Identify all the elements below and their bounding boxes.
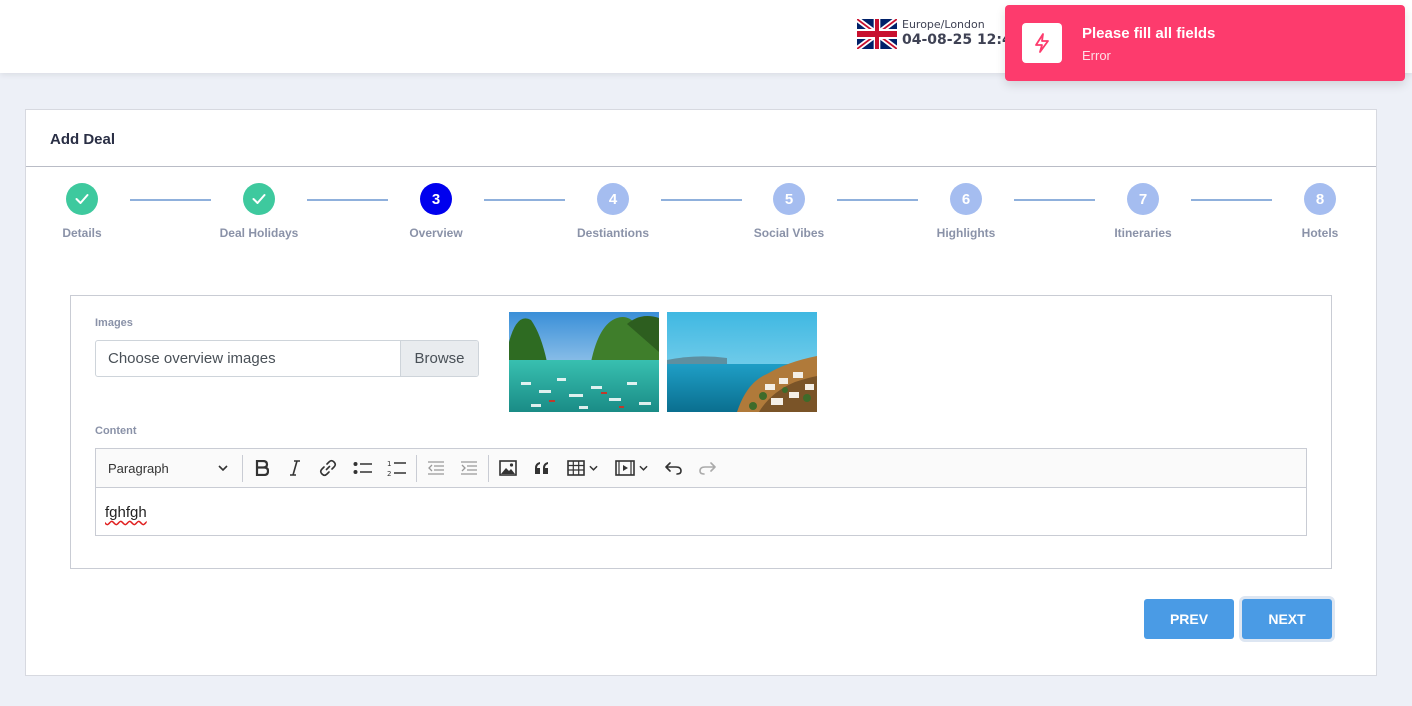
insert-media-button[interactable]	[610, 449, 652, 487]
step-6-circle[interactable]: 6	[950, 183, 982, 215]
numbered-list-button[interactable]: 12	[382, 449, 412, 487]
error-toast[interactable]: Please fill all fields Error	[1005, 5, 1405, 81]
file-input-placeholder: Choose overview images	[108, 350, 276, 367]
link-button[interactable]	[314, 449, 342, 487]
redo-icon	[699, 462, 716, 475]
overview-thumbnail-coast[interactable]	[667, 312, 817, 412]
step-connector	[130, 199, 211, 201]
numbered-list-icon: 12	[387, 460, 406, 477]
italic-icon	[290, 460, 300, 476]
next-button[interactable]: NEXT	[1242, 599, 1332, 639]
editor-text: fghfgh	[105, 504, 147, 521]
toolbar-divider	[488, 455, 489, 482]
card-title: Add Deal	[26, 110, 1376, 167]
heading-dropdown[interactable]: Paragraph	[98, 449, 238, 487]
step-label-details: Details	[62, 226, 102, 240]
step-label-deal-holidays: Deal Holidays	[219, 226, 299, 240]
step-label-overview: Overview	[409, 226, 463, 240]
step-7-circle[interactable]: 7	[1127, 183, 1159, 215]
undo-button[interactable]	[660, 449, 688, 487]
uk-flag-icon	[857, 18, 897, 49]
svg-text:1: 1	[387, 460, 391, 468]
chevron-down-icon	[638, 465, 648, 471]
rich-text-editor[interactable]: Paragraph 12 fghfgh	[95, 448, 1307, 536]
toast-subtitle: Error	[1082, 48, 1111, 63]
step-1-circle[interactable]	[66, 183, 98, 215]
check-icon	[75, 194, 89, 204]
stepper: 3 4 5 6 7 8 Details Deal Holidays Overvi…	[26, 167, 1376, 257]
undo-icon	[665, 462, 682, 475]
indent-icon	[461, 461, 477, 475]
step-label-social-vibes: Social Vibes	[753, 226, 825, 240]
outdent-button[interactable]	[422, 449, 450, 487]
italic-button[interactable]	[281, 449, 309, 487]
heading-dropdown-value: Paragraph	[108, 460, 169, 476]
insert-image-button[interactable]	[494, 449, 522, 487]
table-icon	[566, 460, 585, 476]
step-label-hotels: Hotels	[1301, 226, 1339, 240]
overview-images-input[interactable]: Choose overview images Browse	[95, 340, 479, 377]
add-deal-card: Add Deal 3 4 5 6 7 8 Details Deal Holida…	[25, 109, 1377, 676]
outdent-icon	[428, 461, 444, 475]
step-2-circle[interactable]	[243, 183, 275, 215]
toolbar-divider	[416, 455, 417, 482]
chevron-down-icon	[588, 465, 598, 471]
step-4-circle[interactable]: 4	[597, 183, 629, 215]
prev-button[interactable]: PREV	[1144, 599, 1234, 639]
step-connector	[307, 199, 388, 201]
bulleted-list-icon	[353, 462, 372, 474]
step-label-highlights: Highlights	[936, 226, 996, 240]
redo-button[interactable]	[693, 449, 721, 487]
current-datetime: 04-08-25 12:40	[902, 32, 1022, 48]
toast-icon-box	[1022, 23, 1062, 63]
link-icon	[319, 459, 337, 477]
blockquote-icon	[535, 462, 548, 474]
chevron-down-icon	[218, 465, 228, 471]
overview-thumbnail-lagoon[interactable]	[509, 312, 659, 412]
step-connector	[837, 199, 918, 201]
timezone-name: Europe/London	[902, 18, 985, 31]
step-connector	[661, 199, 742, 201]
blockquote-button[interactable]	[528, 449, 556, 487]
check-icon	[252, 194, 266, 204]
lightning-icon	[1035, 33, 1049, 53]
step-connector	[1191, 199, 1272, 201]
timezone-display: Europe/London 04-08-25 12:40	[857, 18, 1022, 49]
step-label-itineraries: Itineraries	[1114, 226, 1172, 240]
step-label-destinations: Destiantions	[576, 226, 649, 240]
images-label: Images	[95, 317, 133, 329]
step-5-circle[interactable]: 5	[773, 183, 805, 215]
overview-form: Images Choose overview images Browse Con…	[70, 295, 1332, 569]
bold-button[interactable]	[248, 449, 276, 487]
svg-text:2: 2	[387, 470, 391, 477]
editor-content-area[interactable]: fghfgh	[96, 488, 1306, 537]
indent-button[interactable]	[455, 449, 483, 487]
image-icon	[499, 460, 517, 476]
step-connector	[484, 199, 565, 201]
step-8-circle[interactable]: 8	[1304, 183, 1336, 215]
media-icon	[614, 460, 635, 476]
content-label: Content	[95, 425, 137, 437]
bulleted-list-button[interactable]	[348, 449, 378, 487]
editor-toolbar: Paragraph 12	[96, 449, 1306, 488]
step-connector	[1014, 199, 1095, 201]
browse-button[interactable]: Browse	[400, 341, 478, 376]
insert-table-button[interactable]	[562, 449, 602, 487]
step-3-circle[interactable]: 3	[420, 183, 452, 215]
toolbar-divider	[242, 455, 243, 482]
bold-icon	[255, 460, 269, 476]
toast-title: Please fill all fields	[1082, 25, 1216, 42]
